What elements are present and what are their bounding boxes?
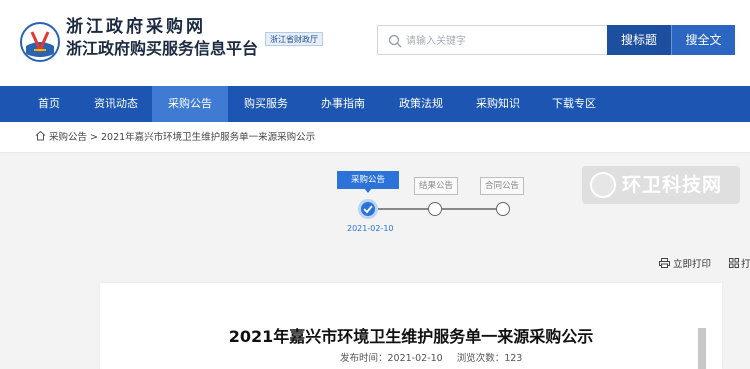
print-button[interactable]: 立即打印 bbox=[659, 258, 711, 272]
print-label: 立即打印 bbox=[673, 259, 712, 270]
watermark-logo-icon bbox=[590, 172, 616, 198]
site-logo-icon[interactable] bbox=[20, 22, 60, 62]
scrollbar[interactable] bbox=[698, 328, 706, 369]
step-pending-circle-icon bbox=[428, 202, 442, 216]
watermark-text: 环卫科技网 bbox=[622, 174, 723, 196]
nav-item-procurement-notices[interactable]: 采购公告 bbox=[152, 86, 228, 122]
step-label-result-notice[interactable]: 结果公告 bbox=[414, 177, 458, 195]
extra-tool-label: 打 bbox=[741, 259, 750, 270]
step-connector bbox=[378, 208, 428, 210]
printer-icon bbox=[659, 258, 670, 268]
step-date: 2021-02-10 bbox=[347, 224, 394, 233]
home-icon[interactable] bbox=[35, 130, 46, 141]
step-label-procurement-notice[interactable]: 采购公告 bbox=[337, 171, 399, 193]
nav-item-news[interactable]: 资讯动态 bbox=[80, 86, 152, 122]
nav-item-home[interactable]: 首页 bbox=[18, 86, 80, 122]
document-card: 2021年嘉兴市环境卫生维护服务单一来源采购公示 发布时间：2021-02-10… bbox=[100, 283, 722, 369]
view-count: 浏览次数：123 bbox=[456, 353, 523, 364]
nav-item-policies[interactable]: 政策法规 bbox=[382, 86, 460, 122]
search-box bbox=[377, 25, 607, 55]
extra-tool-button[interactable]: 打 bbox=[729, 258, 750, 272]
publish-time: 发布时间：2021-02-10 bbox=[340, 353, 443, 364]
nav-item-purchase-services[interactable]: 购买服务 bbox=[228, 86, 304, 122]
step-done-check-icon bbox=[358, 199, 378, 219]
document-title: 2021年嘉兴市环境卫生维护服务单一来源采购公示 bbox=[228, 327, 594, 346]
nav-item-downloads[interactable]: 下载专区 bbox=[536, 86, 612, 122]
search-input[interactable] bbox=[406, 30, 602, 52]
breadcrumb: 采购公告 > 2021年嘉兴市环境卫生维护服务单一来源采购公示 bbox=[35, 130, 315, 146]
grid-icon bbox=[729, 258, 739, 268]
document-meta: 发布时间：2021-02-10 浏览次数：123 bbox=[340, 350, 536, 364]
search-title-button[interactable]: 搜标题 bbox=[607, 25, 671, 55]
step-connector bbox=[442, 208, 496, 210]
site-subtitle[interactable]: 浙江政府购买服务信息平台 bbox=[66, 39, 258, 59]
main-nav: 首页 资讯动态 采购公告 购买服务 办事指南 政策法规 采购知识 下载专区 bbox=[0, 86, 750, 122]
search-icon bbox=[388, 34, 402, 48]
step-label-contract-notice[interactable]: 合同公告 bbox=[480, 177, 524, 195]
nav-item-guide[interactable]: 办事指南 bbox=[304, 86, 382, 122]
site-title[interactable]: 浙江政府采购网 bbox=[66, 17, 206, 37]
search-fulltext-button[interactable]: 搜全文 bbox=[671, 25, 735, 55]
watermark: 环卫科技网 bbox=[582, 166, 740, 204]
nav-item-knowledge[interactable]: 采购知识 bbox=[460, 86, 536, 122]
site-header: 浙江政府采购网 浙江政府购买服务信息平台 浙江省财政厅 搜标题 搜全文 bbox=[0, 0, 750, 86]
step-pending-circle-icon bbox=[496, 202, 510, 216]
breadcrumb-text[interactable]: 采购公告 > 2021年嘉兴市环境卫生维护服务单一来源采购公示 bbox=[49, 132, 315, 143]
dept-badge: 浙江省财政厅 bbox=[265, 32, 323, 46]
